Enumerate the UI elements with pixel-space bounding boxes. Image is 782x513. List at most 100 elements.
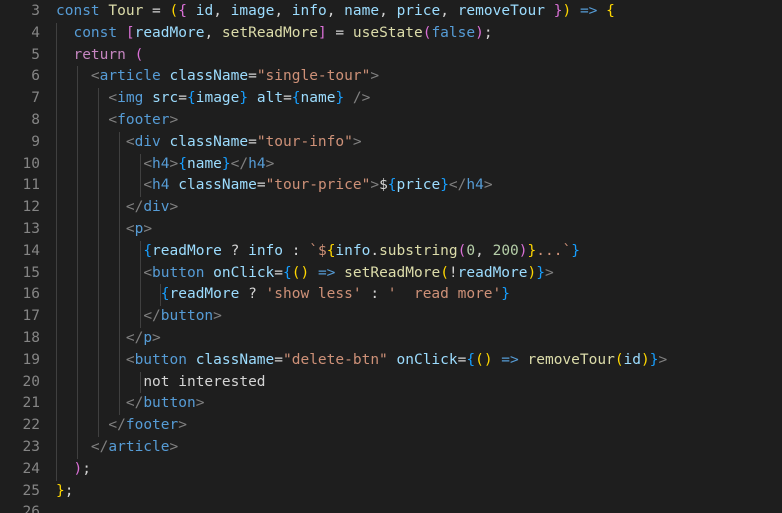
token-punct: > bbox=[169, 155, 179, 172]
line-content[interactable]: <p> bbox=[56, 219, 152, 241]
code-line[interactable]: 12 </div> bbox=[0, 197, 782, 219]
line-content[interactable]: return ( bbox=[56, 45, 143, 67]
code-line[interactable]: 25}; bbox=[0, 481, 782, 503]
line-content[interactable]: </article> bbox=[56, 437, 178, 459]
code-line[interactable]: 24 ); bbox=[0, 458, 782, 481]
line-content[interactable]: {readMore ? 'show less' : ' read more'} bbox=[56, 284, 510, 306]
token-tag: h4 bbox=[466, 177, 484, 194]
line-content[interactable]: }; bbox=[56, 481, 73, 503]
token-br2: ) bbox=[73, 460, 83, 477]
token-keyword: => bbox=[579, 3, 598, 19]
line-content[interactable]: const Tour = ({ id, image, info, name, p… bbox=[56, 1, 615, 23]
token-br3: } bbox=[239, 90, 249, 107]
code-line[interactable]: 9 <div className="tour-info"> bbox=[0, 131, 782, 154]
line-content[interactable]: </footer> bbox=[56, 415, 187, 437]
line-number: 14 bbox=[22, 242, 40, 259]
line-content[interactable]: </div> bbox=[56, 197, 178, 219]
line-content[interactable]: ); bbox=[56, 459, 90, 481]
token-br1: } bbox=[56, 482, 65, 499]
code-line[interactable]: 7 <img src={image} alt={name} /> bbox=[0, 88, 782, 110]
token-var: className bbox=[178, 177, 257, 194]
line-content[interactable]: <img src={image} alt={name} /> bbox=[56, 88, 370, 110]
token-punct: </ bbox=[108, 417, 126, 434]
token-op: = bbox=[152, 3, 161, 19]
token-string: ` bbox=[309, 242, 318, 259]
token-control: return bbox=[73, 46, 126, 63]
code-line[interactable]: 16 {readMore ? 'show less' : ' read more… bbox=[0, 284, 782, 307]
line-content[interactable]: <button onClick={() => setReadMore(!read… bbox=[56, 263, 553, 285]
code-line[interactable]: 3 const Tour = ({ id, image, info, name, … bbox=[0, 1, 782, 23]
code-line[interactable]: 5 return ( bbox=[0, 44, 782, 67]
code-line[interactable]: 23 </article> bbox=[0, 437, 782, 459]
line-content[interactable]: <button className="delete-btn" onClick={… bbox=[56, 350, 667, 372]
code-line[interactable]: 17 </button> bbox=[0, 306, 782, 328]
code-line[interactable]: 21 </button> bbox=[0, 393, 782, 416]
token-var: src bbox=[152, 90, 179, 107]
code-line[interactable]: 6 <article className="single-tour"> bbox=[0, 66, 782, 89]
token-var: price bbox=[396, 177, 441, 194]
line-number: 26 bbox=[22, 504, 40, 513]
code-line[interactable]: 22 </footer> bbox=[0, 415, 782, 437]
line-content[interactable]: not interested bbox=[56, 372, 265, 394]
code-line[interactable]: 14 {readMore ? info : `${info.substring(… bbox=[0, 240, 782, 263]
line-content[interactable]: <h4 className="tour-price">${price}</h4> bbox=[56, 175, 493, 197]
token-var: onClick bbox=[396, 351, 458, 368]
code-line[interactable]: 19 <button className="delete-btn" onClic… bbox=[0, 349, 782, 372]
token-punct: < bbox=[125, 221, 135, 237]
token-punct: > bbox=[143, 221, 153, 237]
token-tag: img bbox=[117, 90, 144, 107]
code-line[interactable]: 4 const [readMore, setReadMore] = useSta… bbox=[0, 22, 782, 45]
token-tag: h4 bbox=[248, 155, 266, 172]
token-br3: { bbox=[160, 286, 170, 303]
line-number: 24 bbox=[22, 460, 40, 477]
line-content[interactable]: <div className="tour-info"> bbox=[56, 132, 362, 154]
token-br3: { bbox=[283, 264, 292, 281]
line-content[interactable]: {readMore ? info : `${info.substring(0, … bbox=[56, 241, 580, 263]
token-string: ' read more' bbox=[387, 286, 502, 303]
token-punct: > bbox=[483, 177, 493, 194]
token-br1: } bbox=[527, 242, 537, 259]
token-keyword: const bbox=[56, 3, 100, 19]
token-punct: > bbox=[658, 351, 668, 368]
token-var: readMore bbox=[152, 242, 222, 259]
code-line[interactable]: 20 not interested bbox=[0, 371, 782, 394]
code-editor[interactable]: 3 const Tour = ({ id, image, info, name, … bbox=[0, 0, 782, 513]
line-content[interactable]: const [readMore, setReadMore] = useState… bbox=[56, 23, 492, 45]
token-var: name bbox=[344, 3, 380, 19]
line-content[interactable]: <article className="single-tour"> bbox=[56, 66, 379, 88]
token-br2: ] bbox=[317, 24, 327, 41]
line-content[interactable]: </button> bbox=[56, 306, 222, 328]
code-line[interactable]: 26 bbox=[0, 502, 782, 513]
line-content[interactable]: </p> bbox=[56, 328, 161, 350]
code-line[interactable]: 8 <footer> bbox=[0, 110, 782, 132]
token-br3: } bbox=[501, 286, 511, 303]
code-line[interactable]: 18 </p> bbox=[0, 328, 782, 350]
line-number: 9 bbox=[31, 133, 40, 150]
token-br1: ) bbox=[562, 3, 572, 19]
token-var: className bbox=[169, 68, 249, 85]
token-string: "single-tour" bbox=[256, 68, 371, 85]
line-content[interactable]: </button> bbox=[56, 393, 205, 415]
line-content[interactable]: <footer> bbox=[56, 110, 178, 132]
code-line[interactable]: 11 <h4 className="tour-price">${price}</… bbox=[0, 175, 782, 198]
code-line[interactable]: 13 <p> bbox=[0, 219, 782, 241]
code-line[interactable]: 10 <h4>{name}</h4> bbox=[0, 153, 782, 176]
line-content[interactable]: <h4>{name}</h4> bbox=[56, 154, 274, 176]
line-number: 3 bbox=[31, 3, 40, 19]
code-line[interactable]: 15 <button onClick={() => setReadMore(!r… bbox=[0, 262, 782, 285]
